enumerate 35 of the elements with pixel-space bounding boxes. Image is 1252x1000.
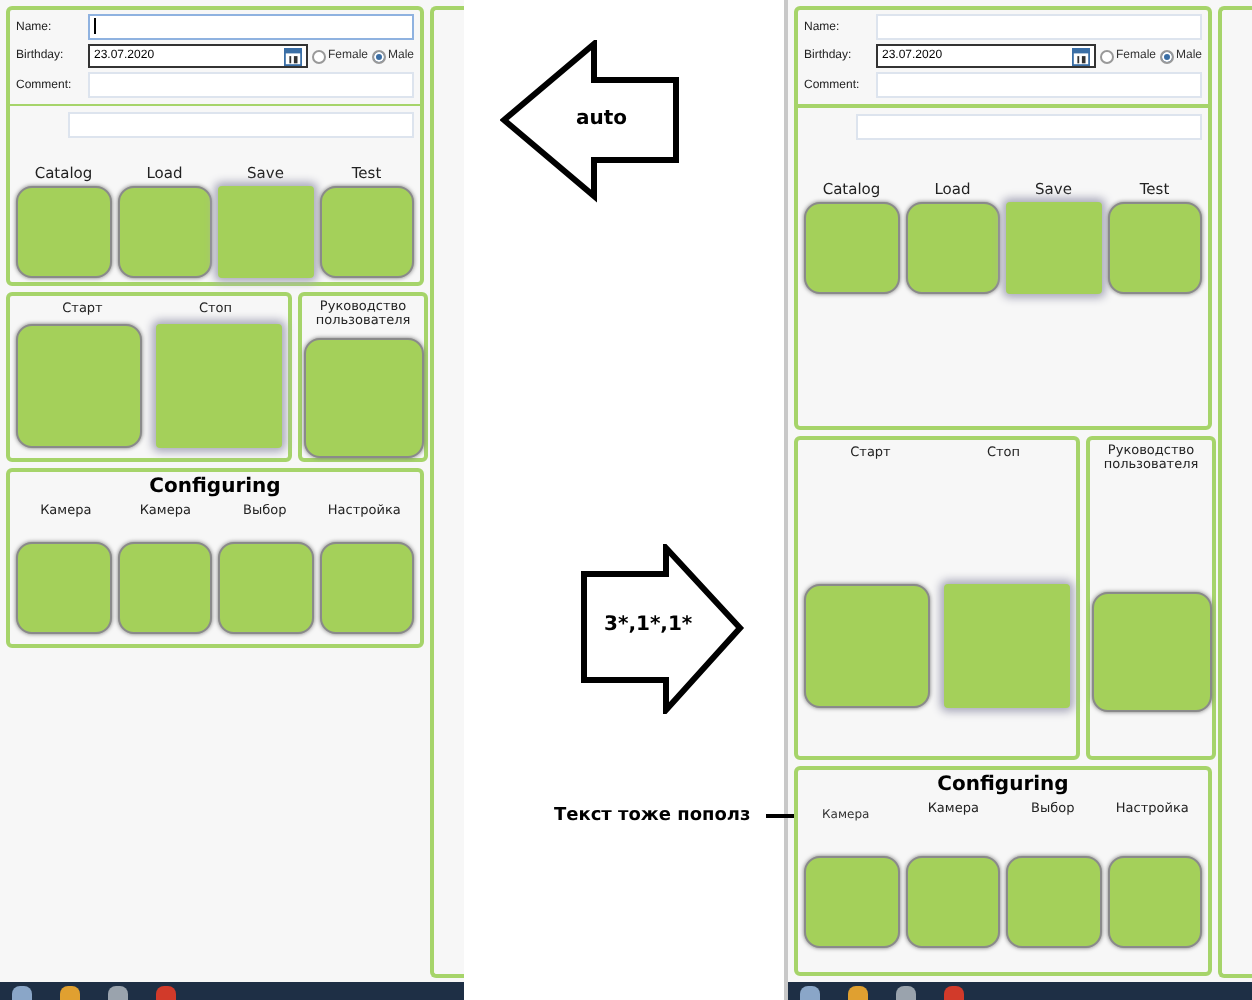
taskbar-icon[interactable]: [60, 986, 80, 1000]
section-title: Configuring: [937, 774, 1069, 796]
tile-button[interactable]: [16, 186, 111, 278]
taskbar-icon[interactable]: [944, 986, 964, 1000]
tile-button[interactable]: [804, 584, 930, 708]
tile-button[interactable]: [218, 542, 313, 634]
tile-button[interactable]: [117, 542, 212, 634]
calendar-icon[interactable]: [283, 47, 302, 65]
tile-button[interactable]: [117, 186, 212, 278]
tile-button[interactable]: [905, 856, 1000, 948]
tile-button[interactable]: [303, 337, 423, 458]
taskbar-icon[interactable]: [156, 986, 176, 1000]
annotation-text: 3*,1*,1*: [604, 614, 693, 636]
tile-button[interactable]: [16, 324, 142, 448]
text-field[interactable]: [88, 14, 414, 40]
annotation-text: auto: [576, 108, 628, 130]
tile-button[interactable]: [804, 856, 899, 948]
tile-button[interactable]: [905, 202, 1000, 294]
tile-button[interactable]: [1107, 202, 1202, 294]
taskbar-icon[interactable]: [848, 986, 868, 1000]
taskbar-icon[interactable]: [800, 986, 820, 1000]
tile-button[interactable]: [1006, 856, 1101, 948]
taskbar-icon[interactable]: [896, 986, 916, 1000]
taskbar-icon[interactable]: [108, 986, 128, 1000]
tile-button[interactable]: [1091, 592, 1211, 713]
tile-button[interactable]: [1107, 856, 1202, 948]
annotation-text: Текст тоже пополз: [554, 806, 751, 826]
tile-button[interactable]: [319, 542, 414, 634]
section-title: Configuring: [149, 476, 281, 498]
tile-button[interactable]: [16, 542, 111, 634]
tile-button[interactable]: [319, 186, 414, 278]
taskbar-icon[interactable]: [12, 986, 32, 1000]
tile-button[interactable]: [804, 202, 899, 294]
calendar-icon[interactable]: [1071, 47, 1090, 65]
leader-line: [766, 814, 795, 818]
